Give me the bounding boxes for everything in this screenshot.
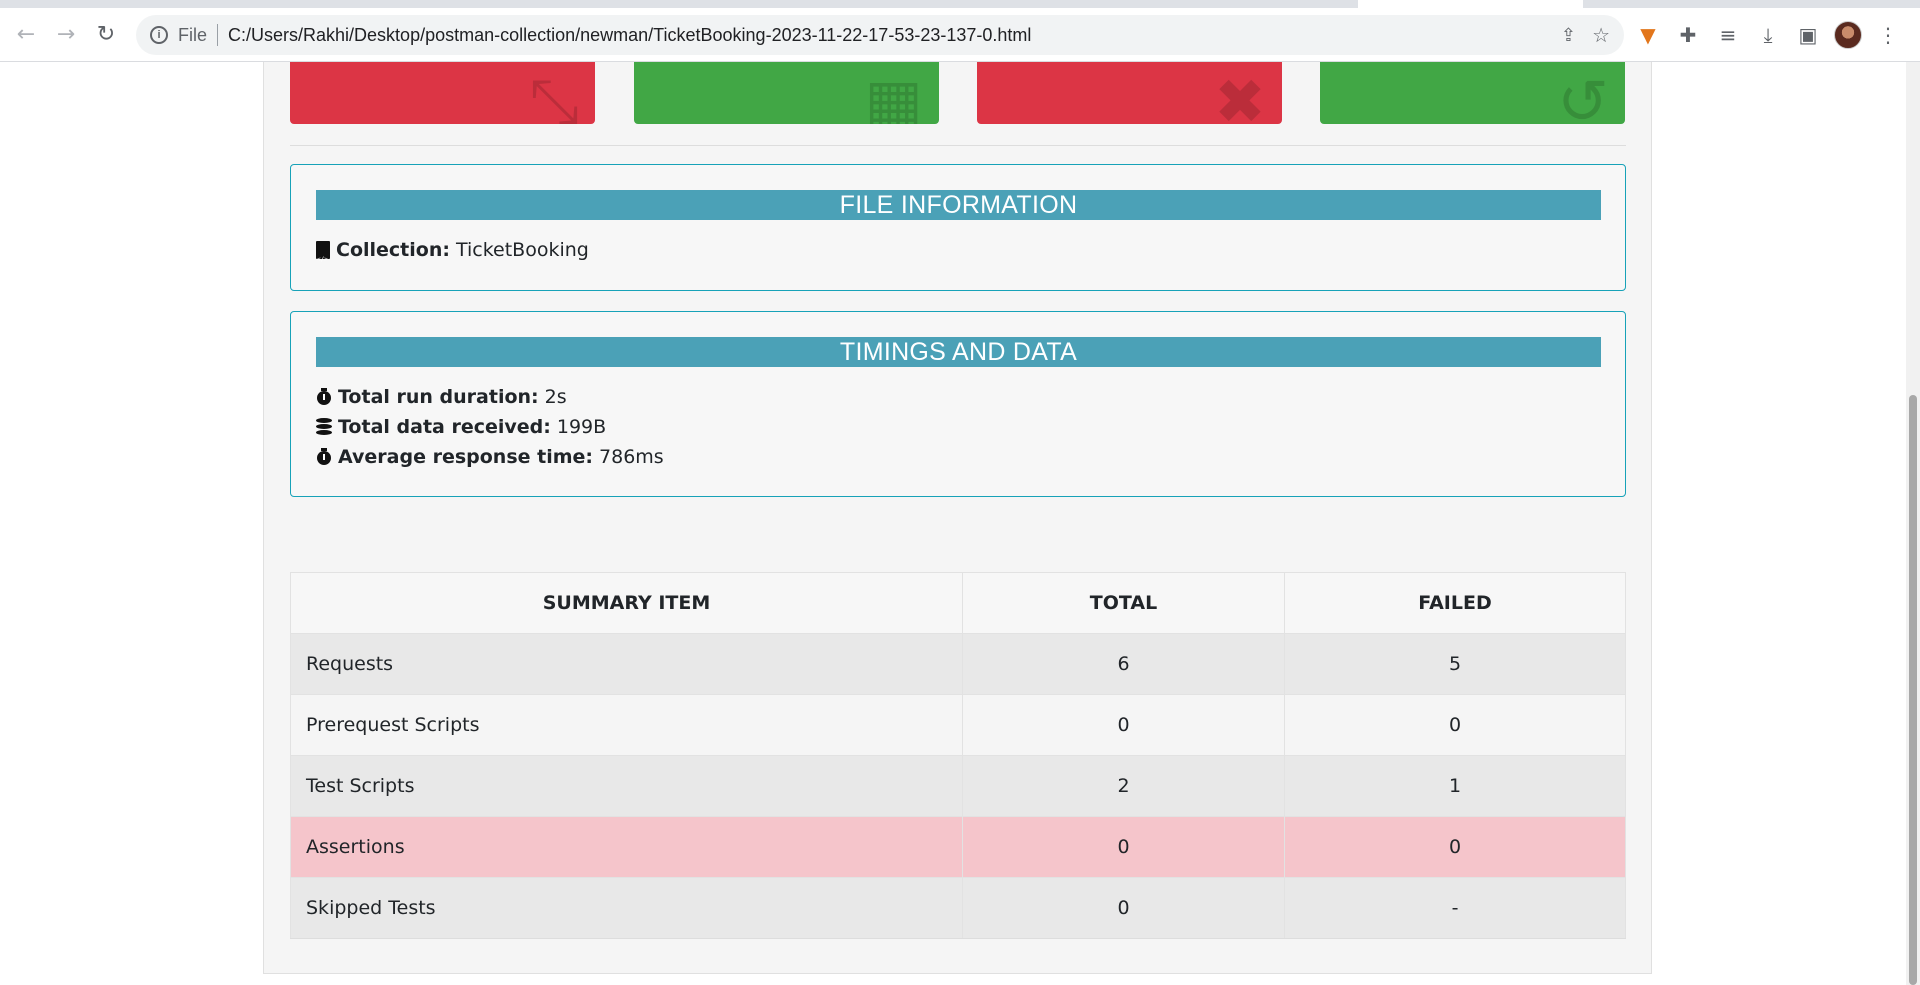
avg-response-label: Average response time: xyxy=(338,446,594,468)
download-icon[interactable]: ⤓ xyxy=(1752,19,1784,51)
table-row: Test Scripts 2 1 xyxy=(290,755,1626,817)
table-row: Assertions 0 0 xyxy=(290,816,1626,878)
header-summary-item: SUMMARY ITEM xyxy=(290,572,963,634)
stat-card-failed: ✖ xyxy=(977,62,1282,124)
collection-line: Collection: TicketBooking xyxy=(316,235,1600,275)
browser-toolbar: ← → ↻ i File C:/Users/Rakhi/Desktop/post… xyxy=(0,8,1920,62)
extensions-puzzle-icon[interactable]: ✚ xyxy=(1672,19,1704,51)
url-text[interactable]: C:/Users/Rakhi/Desktop/postman-collectio… xyxy=(228,25,1031,46)
arrow-right-icon: → xyxy=(56,22,76,47)
info-icon[interactable]: i xyxy=(150,26,168,44)
row-failed: 5 xyxy=(1284,633,1626,695)
address-bar[interactable]: i File C:/Users/Rakhi/Desktop/postman-co… xyxy=(136,15,1624,55)
file-information-panel: FILE INFORMATION Collection: TicketBooki… xyxy=(290,164,1626,291)
reload-icon: ↻ xyxy=(96,22,116,47)
separator xyxy=(217,24,219,46)
duration-label: Total run duration: xyxy=(338,386,539,408)
row-item: Requests xyxy=(290,633,963,695)
timings-panel: TIMINGS AND DATA Total run duration: 2s … xyxy=(290,311,1626,497)
stat-card-iterations: ⤡ xyxy=(290,62,595,124)
reload-button[interactable]: ↻ xyxy=(86,15,126,55)
arrow-left-icon: ← xyxy=(16,22,36,47)
data-received-value: 199B xyxy=(556,416,607,438)
row-total: 0 xyxy=(962,816,1285,878)
close-circle-icon: ✖ xyxy=(1214,65,1266,124)
page-viewport: ⤡ ▦ ✖ ↺ FILE INFORMATION Collection: Tic… xyxy=(0,62,1920,985)
duration-line: Total run duration: 2s xyxy=(316,382,1600,412)
back-button[interactable]: ← xyxy=(6,15,46,55)
data-received-label: Total data received: xyxy=(338,416,551,438)
report-container: ⤡ ▦ ✖ ↺ FILE INFORMATION Collection: Tic… xyxy=(263,62,1652,974)
duration-value: 2s xyxy=(544,386,567,408)
row-item: Prerequest Scripts xyxy=(290,694,963,756)
divider xyxy=(290,938,1626,939)
stopwatch-icon xyxy=(316,448,332,466)
stat-cards: ⤡ ▦ ✖ ↺ xyxy=(290,62,1626,124)
table-row: Requests 6 5 xyxy=(290,633,1626,695)
header-failed: FAILED xyxy=(1284,572,1626,634)
tab-strip xyxy=(0,0,1920,8)
timings-heading: TIMINGS AND DATA xyxy=(316,337,1601,367)
database-icon xyxy=(316,418,332,436)
stat-card-assertions: ▦ xyxy=(634,62,939,124)
row-failed: 0 xyxy=(1284,816,1626,878)
row-failed: 0 xyxy=(1284,694,1626,756)
collection-label: Collection: xyxy=(336,239,450,261)
row-total: 0 xyxy=(962,877,1285,939)
row-failed: 1 xyxy=(1284,755,1626,817)
forward-button[interactable]: → xyxy=(46,15,86,55)
avg-response-line: Average response time: 786ms xyxy=(316,442,1600,472)
row-item: Assertions xyxy=(290,816,963,878)
row-total: 6 xyxy=(962,633,1285,695)
share-icon[interactable]: ⇪ xyxy=(1561,25,1576,46)
stat-card-skipped: ↺ xyxy=(1320,62,1625,124)
row-item: Test Scripts xyxy=(290,755,963,817)
header-total: TOTAL xyxy=(962,572,1285,634)
row-total: 0 xyxy=(962,694,1285,756)
scrollbar-thumb[interactable] xyxy=(1909,395,1917,985)
table-row: Prerequest Scripts 0 0 xyxy=(290,694,1626,756)
kebab-menu-icon[interactable]: ⋮ xyxy=(1872,19,1904,51)
arrows-icon: ⤡ xyxy=(529,64,579,124)
table-row: Skipped Tests 0 - xyxy=(290,877,1626,939)
profile-avatar[interactable] xyxy=(1832,19,1864,51)
side-panel-icon[interactable]: ▣ xyxy=(1792,19,1824,51)
metamask-fox-icon[interactable]: ▼ xyxy=(1632,19,1664,51)
extension-bar: ▼ ✚ ≡ ⤓ ▣ ⋮ xyxy=(1632,8,1904,62)
page-scrollbar[interactable] xyxy=(1906,62,1920,985)
active-tab[interactable] xyxy=(1358,0,1583,8)
table-header-row: SUMMARY ITEM TOTAL FAILED xyxy=(290,572,1626,634)
scheme-label: File xyxy=(178,24,208,45)
collection-value: TicketBooking xyxy=(455,239,589,261)
bookmark-star-icon[interactable]: ☆ xyxy=(1592,23,1610,48)
file-information-heading: FILE INFORMATION xyxy=(316,190,1601,220)
file-code-icon xyxy=(316,241,330,275)
stopwatch-icon xyxy=(316,388,332,406)
pattern-icon: ▦ xyxy=(864,65,923,124)
divider xyxy=(290,145,1626,146)
avg-response-value: 786ms xyxy=(599,446,664,468)
summary-table: SUMMARY ITEM TOTAL FAILED Requests 6 5 P… xyxy=(290,572,1626,939)
row-total: 2 xyxy=(962,755,1285,817)
refresh-icon: ↺ xyxy=(1557,65,1609,124)
avatar xyxy=(1834,21,1862,49)
row-item: Skipped Tests xyxy=(290,877,963,939)
data-received-line: Total data received: 199B xyxy=(316,412,1600,442)
row-failed: - xyxy=(1284,877,1626,939)
media-control-icon[interactable]: ≡ xyxy=(1712,19,1744,51)
